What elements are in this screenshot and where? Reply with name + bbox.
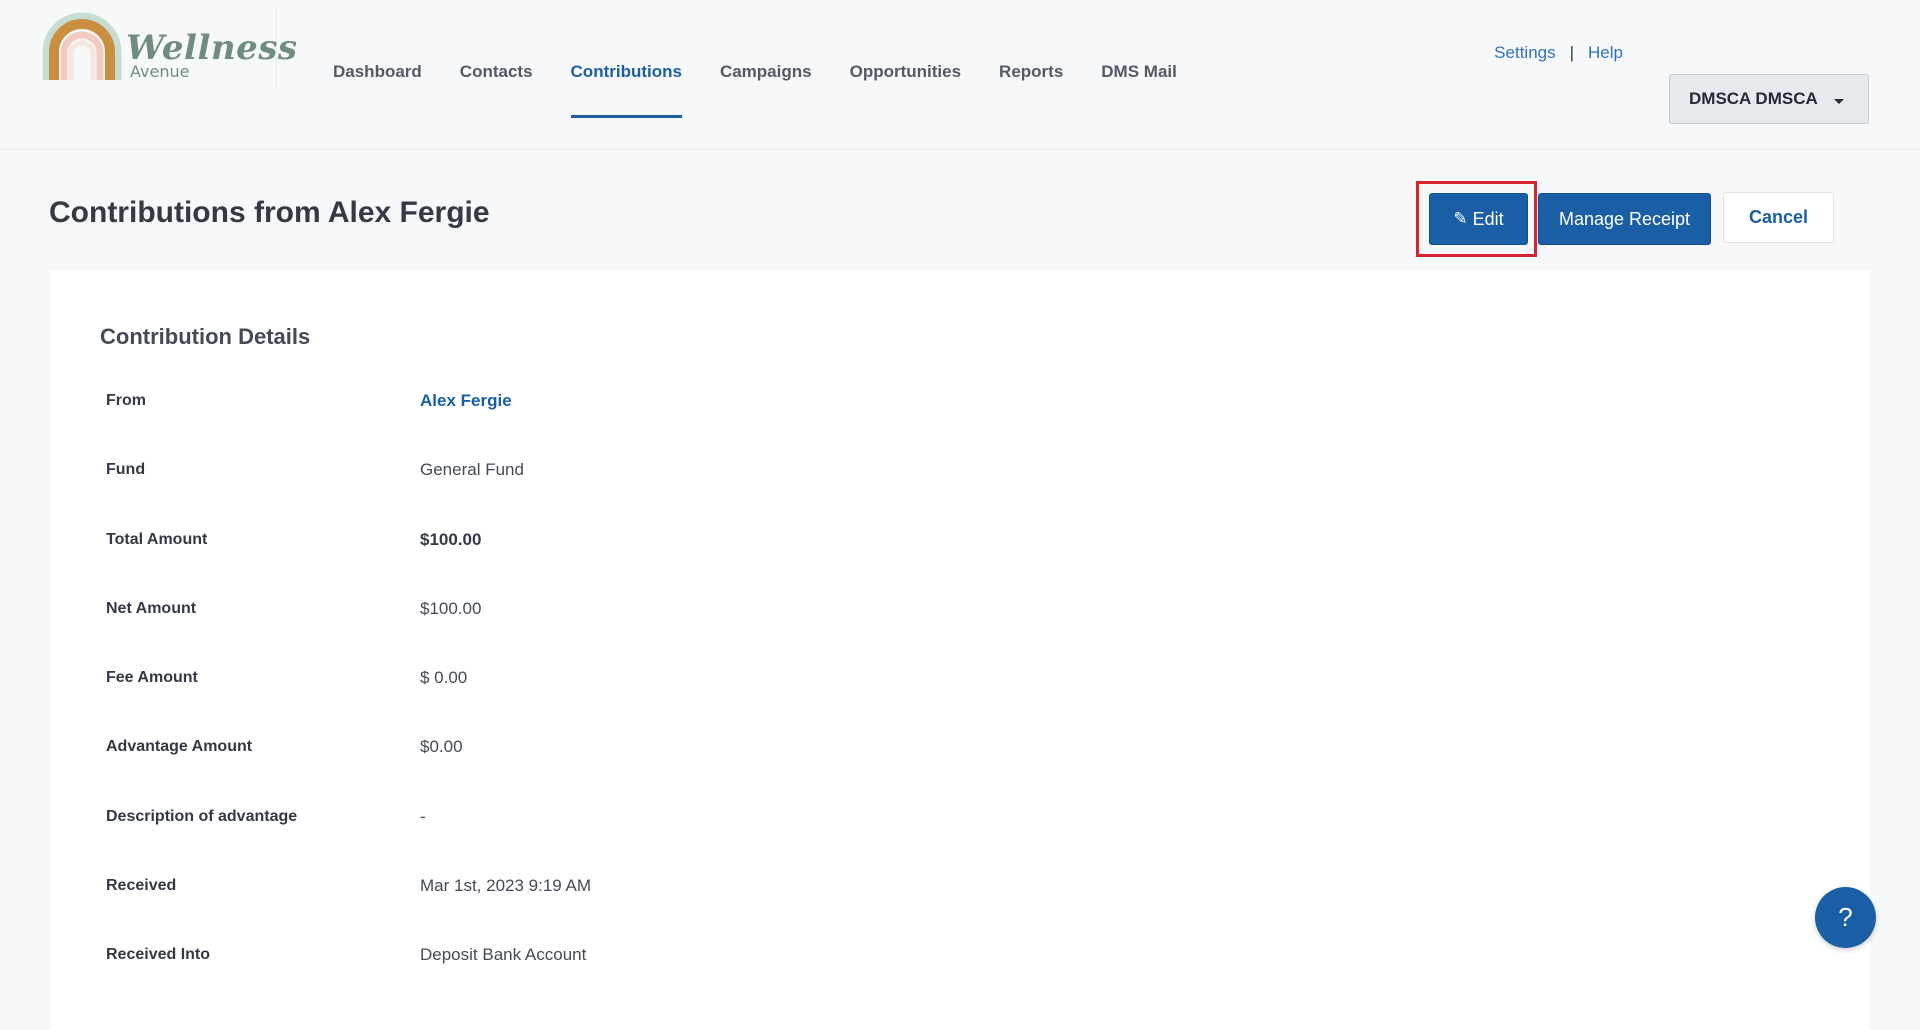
detail-value: General Fund — [420, 460, 524, 480]
contribution-details-card: Contribution Details From Alex Fergie Fu… — [50, 270, 1870, 1030]
nav-dms-mail[interactable]: DMS Mail — [1101, 0, 1177, 120]
detail-label: Received Into — [106, 946, 211, 964]
detail-label: Net Amount — [106, 599, 197, 617]
edit-button-label: Edit — [1472, 208, 1504, 229]
detail-label: Advantage Amount — [106, 738, 253, 756]
detail-row-fund: Fund General Fund — [106, 439, 1806, 508]
help-chat-button[interactable]: ? — [1815, 887, 1876, 948]
user-menu-button[interactable]: DMSCA DMSCA — [1669, 74, 1869, 124]
detail-row-total-amount: Total Amount $100.00 — [106, 509, 1806, 578]
nav-campaigns[interactable]: Campaigns — [720, 0, 812, 120]
page-title: Contributions from Alex Fergie — [49, 196, 490, 229]
nav-opportunities[interactable]: Opportunities — [850, 0, 961, 120]
pencil-icon: ✎ — [1453, 209, 1468, 228]
top-navigation-bar: Wellness Avenue Dashboard Contacts Contr… — [0, 0, 1920, 150]
detail-label: Fee Amount — [106, 669, 198, 687]
detail-value: $ 0.00 — [420, 668, 468, 688]
nav-reports[interactable]: Reports — [999, 0, 1063, 120]
contact-link[interactable]: Alex Fergie — [420, 391, 512, 411]
user-name: DMSCA DMSCA — [1689, 89, 1818, 108]
detail-value: - — [420, 806, 426, 826]
rainbow-logo-icon — [42, 12, 122, 80]
detail-label: From — [106, 392, 146, 409]
question-mark-icon: ? — [1838, 902, 1853, 932]
detail-row-net-amount: Net Amount $100.00 — [106, 578, 1806, 647]
main-nav: Dashboard Contacts Contributions Campaig… — [314, 0, 1196, 120]
detail-row-received: Received Mar 1st, 2023 9:19 AM — [106, 855, 1806, 924]
cancel-button[interactable]: Cancel — [1723, 192, 1834, 243]
detail-label: Fund — [106, 461, 146, 479]
settings-link[interactable]: Settings — [1494, 43, 1555, 63]
nav-contributions[interactable]: Contributions — [570, 0, 683, 120]
detail-label: Received — [106, 877, 177, 895]
detail-row-description-of-advantage: Description of advantage - — [106, 786, 1806, 855]
nav-dashboard[interactable]: Dashboard — [333, 0, 422, 120]
detail-value: Mar 1st, 2023 9:19 AM — [420, 876, 592, 896]
detail-value: $100.00 — [420, 529, 482, 549]
utility-links: Settings | Help — [1494, 43, 1623, 63]
detail-row-advantage-amount: Advantage Amount $0.00 — [106, 716, 1806, 785]
details-list: From Alex Fergie Fund General Fund Total… — [106, 370, 1806, 994]
manage-receipt-button[interactable]: Manage Receipt — [1538, 193, 1711, 245]
wellness-avenue-logo[interactable]: Wellness Avenue — [42, 8, 297, 88]
help-link[interactable]: Help — [1588, 43, 1623, 63]
detail-value: $0.00 — [420, 737, 463, 757]
detail-row-received-into: Received Into Deposit Bank Account — [106, 924, 1806, 993]
detail-row-from: From Alex Fergie — [106, 370, 1806, 439]
caret-down-icon — [1833, 98, 1844, 104]
edit-button[interactable]: ✎ Edit — [1429, 193, 1528, 245]
logo-subtitle: Avenue — [130, 62, 190, 81]
detail-row-fee-amount: Fee Amount $ 0.00 — [106, 647, 1806, 716]
card-title: Contribution Details — [100, 324, 311, 349]
nav-contacts[interactable]: Contacts — [460, 0, 533, 120]
detail-value: $100.00 — [420, 598, 482, 618]
detail-label: Total Amount — [106, 530, 208, 548]
link-separator: | — [1569, 43, 1575, 62]
detail-value: Deposit Bank Account — [420, 945, 587, 965]
detail-label: Description of advantage — [106, 807, 298, 825]
